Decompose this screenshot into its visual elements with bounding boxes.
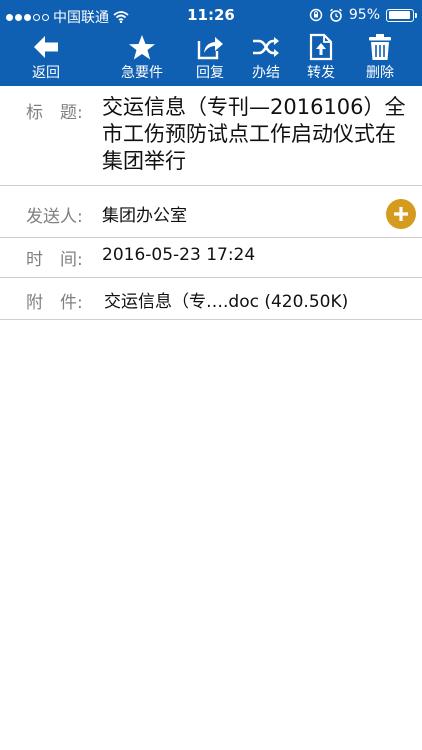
- delete-label: 删除: [366, 65, 394, 81]
- lock-rotation-icon: [309, 8, 323, 22]
- forward-label: 转发: [307, 65, 335, 81]
- time-label: 时 间:: [26, 250, 83, 270]
- action-toolbar: 返回 急要件 回复 办结 转发 删除: [0, 32, 422, 86]
- shuffle-icon: [253, 37, 279, 57]
- battery-icon: [386, 8, 417, 22]
- time-row: 时 间: 2016-05-23 17:24: [0, 238, 422, 278]
- upload-doc-icon: [309, 33, 333, 61]
- attachment-label: 附 件:: [26, 293, 83, 313]
- reply-label: 回复: [196, 65, 224, 81]
- alarm-icon: [329, 8, 342, 22]
- sender-label: 发送人:: [26, 207, 83, 227]
- attachment-row: 附 件: 交运信息（专….doc (420.50K): [0, 278, 422, 320]
- attachment-link[interactable]: 交运信息（专….doc (420.50K): [104, 287, 410, 312]
- arrow-left-icon: [34, 36, 58, 58]
- add-contact-button[interactable]: [386, 199, 416, 229]
- delete-button[interactable]: 删除: [356, 32, 404, 86]
- sender-name: 集团办公室: [102, 206, 187, 226]
- back-button[interactable]: 返回: [22, 32, 70, 86]
- app-header: 中国联通 11:26 95% 返回 急要件 回复 办结 转发 删除: [0, 0, 422, 86]
- status-right: 95%: [309, 7, 417, 23]
- plus-icon: [394, 207, 408, 221]
- trash-icon: [369, 34, 391, 60]
- subject-label: 标 题:: [26, 103, 83, 123]
- reply-button[interactable]: 回复: [188, 32, 232, 86]
- status-bar: 中国联通 11:26 95%: [0, 0, 422, 32]
- battery-percent: 95%: [348, 7, 380, 23]
- reply-share-icon: [197, 37, 223, 60]
- complete-label: 办结: [252, 65, 280, 81]
- complete-button[interactable]: 办结: [244, 32, 288, 86]
- sender-row: 发送人: 集团办公室: [0, 186, 422, 238]
- back-label: 返回: [32, 65, 60, 81]
- star-icon: [129, 34, 155, 59]
- subject-text: 交运信息（专刊—2016106）全市工伤预防试点工作启动仪式在集团举行: [102, 95, 406, 173]
- urgent-button[interactable]: 急要件: [112, 32, 172, 86]
- urgent-label: 急要件: [121, 65, 163, 81]
- forward-button[interactable]: 转发: [299, 32, 343, 86]
- time-value: 2016-05-23 17:24: [102, 245, 256, 265]
- subject-row: 标 题: 交运信息（专刊—2016106）全市工伤预防试点工作启动仪式在集团举行: [0, 86, 422, 186]
- battery-fill: [388, 11, 411, 19]
